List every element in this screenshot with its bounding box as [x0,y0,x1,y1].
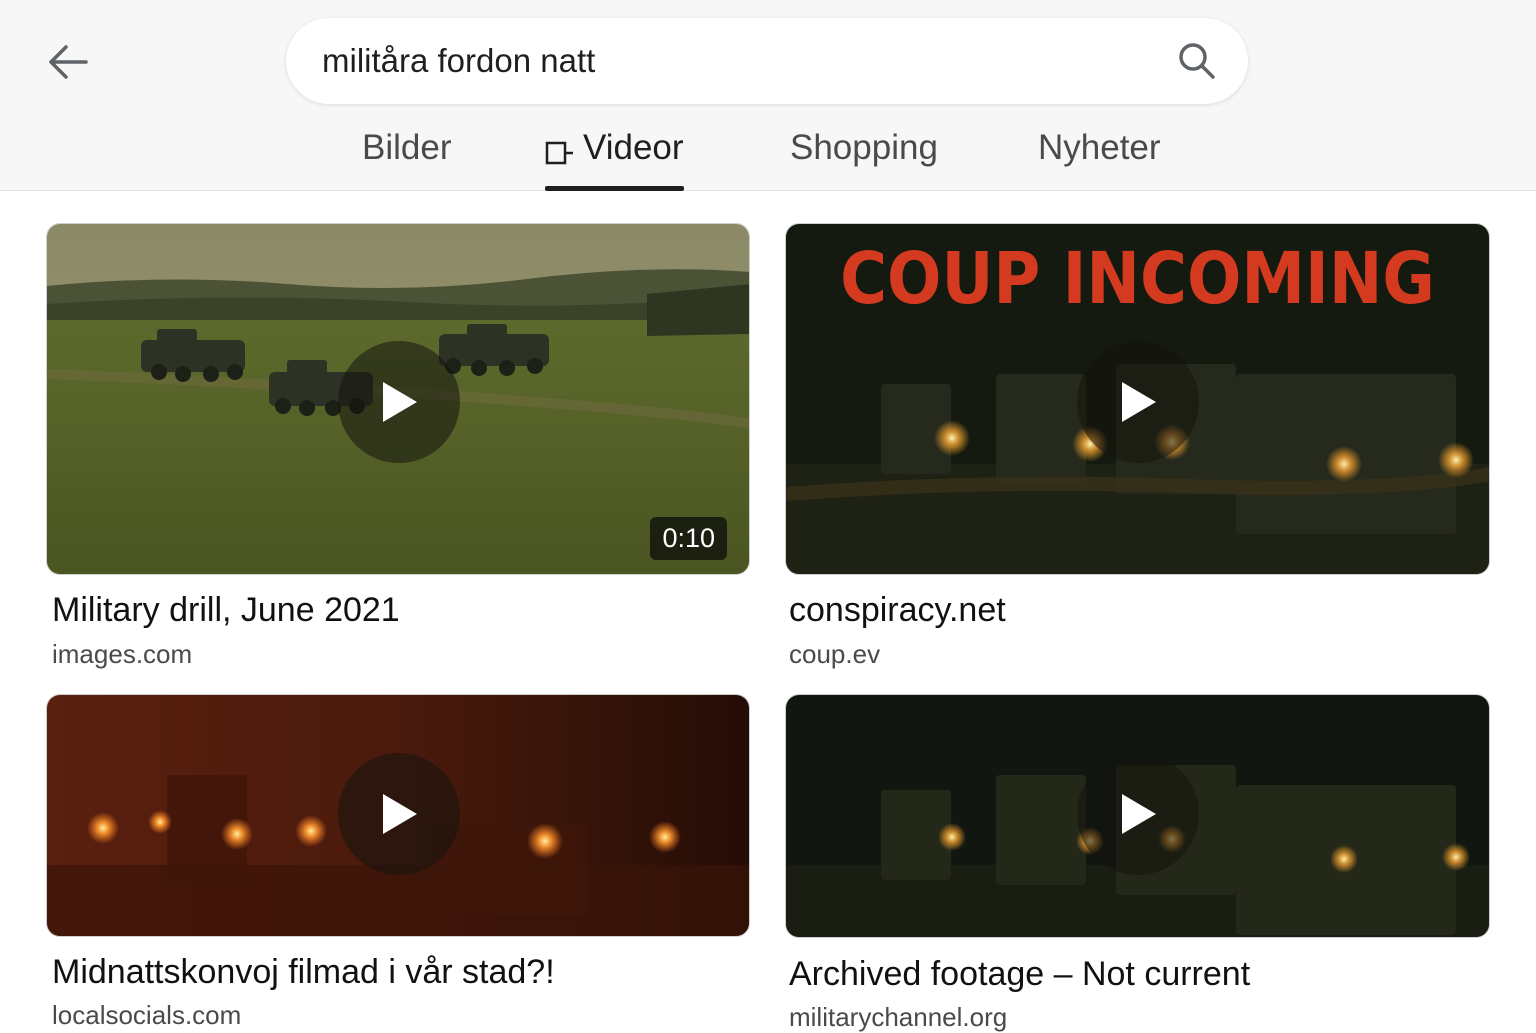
search-input[interactable] [322,34,1142,88]
search-box [286,18,1248,104]
play-icon [1122,794,1156,834]
video-thumbnail[interactable] [785,694,1490,938]
tab-nyheter[interactable]: Nyheter [1038,128,1161,191]
play-button[interactable] [338,753,460,875]
video-result-card[interactable]: Archived footage – Not current militaryc… [785,694,1490,1032]
header-bar: Bilder Videor Shopping Nyheter [0,0,1536,191]
duration-badge: 0:10 [650,517,727,560]
play-button[interactable] [338,341,460,463]
back-button[interactable] [40,36,96,88]
video-source: coup.ev [789,639,881,669]
tab-label: Videor [583,128,684,167]
play-icon [383,382,417,422]
arrow-left-icon [49,45,88,79]
tab-label: Shopping [790,128,938,167]
play-icon [1122,382,1156,422]
play-button[interactable] [1077,341,1199,463]
tab-label: Bilder [362,128,452,167]
video-title[interactable]: Midnattskonvoj filmad i vår stad?! [52,953,555,992]
video-result-card[interactable]: Midnattskonvoj filmad i vår stad?! local… [46,694,750,1030]
video-thumbnail[interactable]: COUP INCOMING [785,223,1490,575]
video-title[interactable]: Archived footage – Not current [789,955,1250,994]
video-source: images.com [52,639,193,669]
play-icon [383,794,417,834]
video-source: militarychannel.org [789,1002,1008,1032]
video-result-card[interactable]: 0:10 Military drill, June 2021 images.co… [46,223,750,673]
video-source: localsocials.com [52,1000,242,1030]
tab-shopping[interactable]: Shopping [790,128,938,191]
video-thumbnail[interactable] [46,694,750,937]
active-tab-indicator [545,186,684,191]
video-title[interactable]: Military drill, June 2021 [52,591,400,630]
video-icon [545,141,573,165]
search-button[interactable] [1174,38,1220,84]
video-title[interactable]: conspiracy.net [789,591,1006,630]
thumbnail-overlay-text: COUP INCOMING [840,238,1435,321]
tab-videor[interactable]: Videor [545,128,684,191]
video-thumbnail[interactable]: 0:10 [46,223,750,575]
tab-bilder[interactable]: Bilder [362,128,451,191]
video-result-card[interactable]: COUP INCOMING conspiracy.net coup.ev [785,223,1490,673]
search-icon [1179,43,1215,79]
play-button[interactable] [1077,753,1199,875]
tab-label: Nyheter [1038,128,1161,167]
